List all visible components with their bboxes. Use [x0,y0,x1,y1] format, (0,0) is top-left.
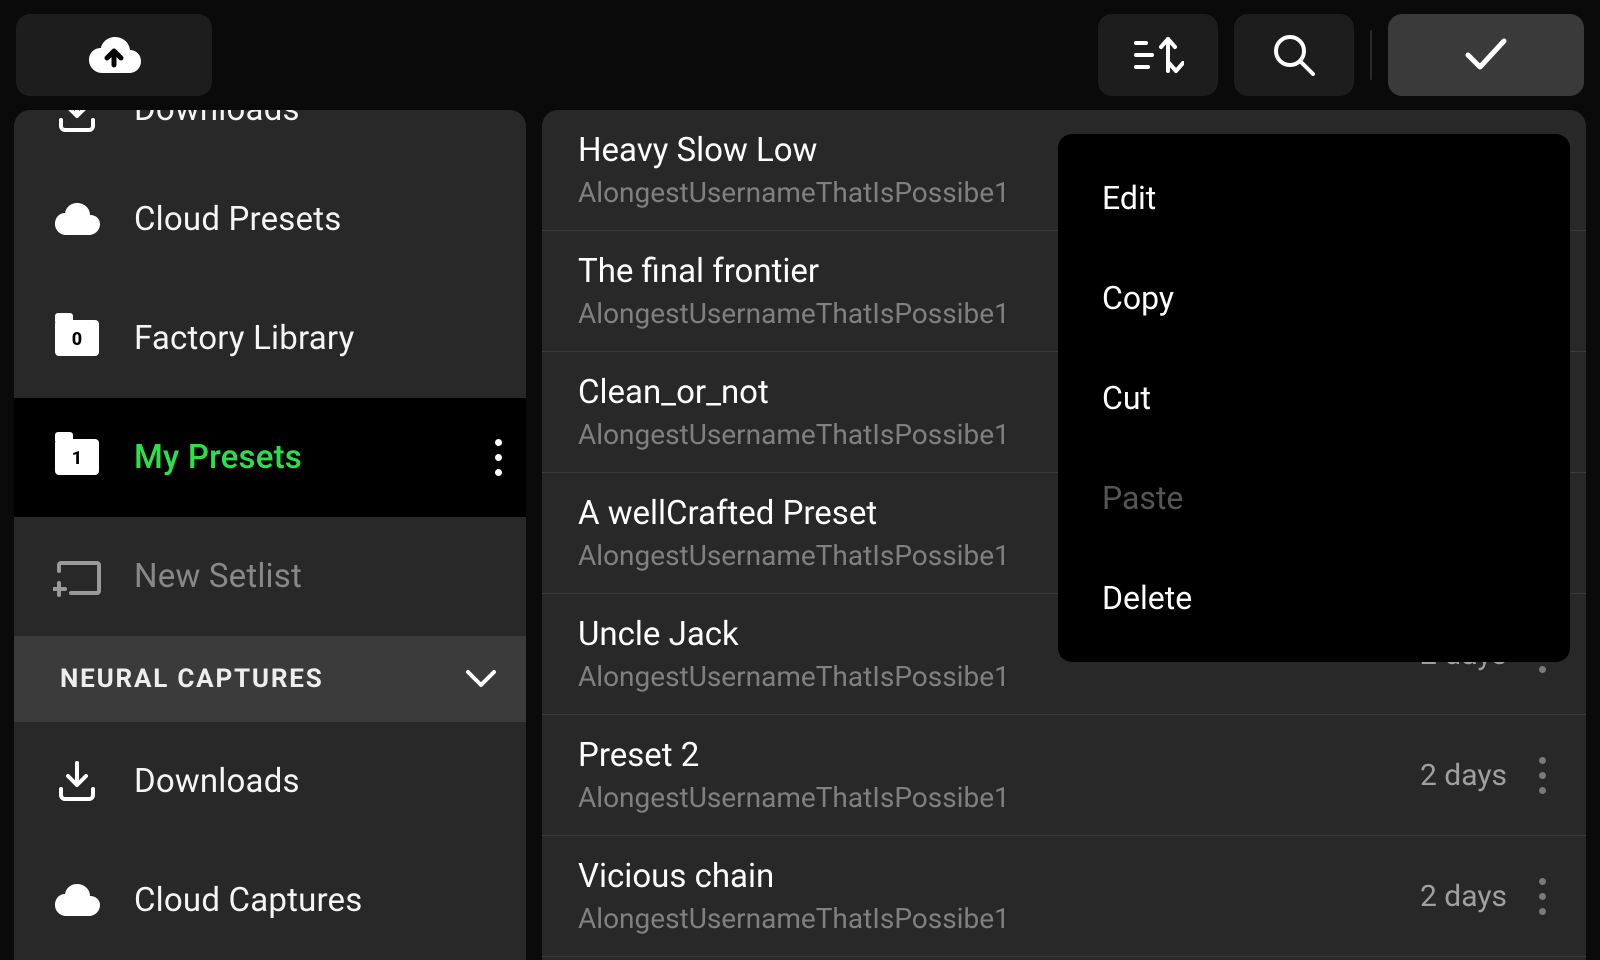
sidebar-item-presets-downloads[interactable]: Downloads [14,110,526,160]
list-item[interactable]: Vicious chain AlongestUsernameThatIsPoss… [542,836,1586,957]
folder-badge-count: 0 [72,329,82,350]
sidebar-item-label: Downloads [134,762,300,801]
row-more-button[interactable] [1539,757,1546,794]
sidebar-item-captures-downloads[interactable]: Downloads [14,722,526,841]
preset-title: Heavy Slow Low [578,131,1010,170]
toolbar-divider [1370,30,1372,80]
preset-age: 2 days [1420,758,1507,793]
more-vertical-icon [1539,757,1546,794]
preset-title: Vicious chain [578,857,1010,896]
sidebar-item-label: My Presets [134,438,302,477]
preset-title: The final frontier [578,252,1010,291]
sidebar-item-label: Cloud Presets [134,200,341,239]
more-options-button[interactable] [495,439,502,476]
context-menu-delete[interactable]: Delete [1058,548,1570,648]
sidebar-item-cloud-presets[interactable]: Cloud Presets [14,160,526,279]
preset-author: AlongestUsernameThatIsPossibe1 [578,539,1010,572]
preset-title: Preset 2 [578,736,1010,775]
download-icon [50,110,104,134]
more-vertical-icon [495,439,502,476]
sort-icon [1132,33,1184,77]
folder-icon: 1 [50,439,104,475]
preset-author: AlongestUsernameThatIsPossibe1 [578,418,1010,451]
search-button[interactable] [1234,14,1354,96]
preset-author: AlongestUsernameThatIsPossibe1 [578,176,1010,209]
sort-button[interactable] [1098,14,1218,96]
list-item[interactable]: Preset 2 AlongestUsernameThatIsPossibe1 … [542,715,1586,836]
cloud-upload-icon [86,33,142,77]
new-folder-icon [50,557,104,597]
cloud-icon [50,882,104,918]
sidebar-item-new-setlist[interactable]: New Setlist [14,517,526,636]
sidebar-item-label: Factory Library [134,319,354,358]
preset-title: A wellCrafted Preset [578,494,1010,533]
sidebar-item-label: Downloads [134,110,300,129]
sidebar-item-label: New Setlist [134,557,302,596]
preset-author: AlongestUsernameThatIsPossibe1 [578,297,1010,330]
section-header-label: NEURAL CAPTURES [60,664,324,694]
context-menu-edit[interactable]: Edit [1058,148,1570,248]
preset-author: AlongestUsernameThatIsPossibe1 [578,902,1010,935]
context-menu-paste: Paste [1058,448,1570,548]
sidebar-section-neural-captures[interactable]: NEURAL CAPTURES [14,636,526,721]
row-more-button[interactable] [1539,878,1546,915]
download-icon [50,759,104,803]
sidebar-item-my-presets[interactable]: 1 My Presets [14,398,526,517]
sidebar-item-factory-library[interactable]: 0 Factory Library [14,279,526,398]
check-icon [1464,37,1508,73]
cloud-upload-button[interactable] [16,14,212,96]
context-menu: Edit Copy Cut Paste Delete [1058,134,1570,662]
preset-author: AlongestUsernameThatIsPossibe1 [578,660,1010,693]
search-icon [1271,32,1317,78]
confirm-button[interactable] [1388,14,1584,96]
more-vertical-icon [1539,878,1546,915]
folder-badge-count: 1 [72,448,82,469]
sidebar-item-cloud-captures[interactable]: Cloud Captures [14,841,526,960]
top-toolbar [0,0,1600,110]
context-menu-copy[interactable]: Copy [1058,248,1570,348]
toolbar-left-group [16,14,212,96]
sidebar: Downloads Cloud Presets 0 Factory Librar… [14,110,526,960]
sidebar-item-label: Cloud Captures [134,881,362,920]
chevron-down-icon [464,668,498,690]
toolbar-right-group [1098,14,1584,96]
folder-icon: 0 [50,320,104,356]
preset-author: AlongestUsernameThatIsPossibe1 [578,781,1010,814]
cloud-icon [50,201,104,237]
preset-age: 2 days [1420,879,1507,914]
preset-title: Clean_or_not [578,373,1010,412]
preset-title: Uncle Jack [578,615,1010,654]
context-menu-cut[interactable]: Cut [1058,348,1570,448]
